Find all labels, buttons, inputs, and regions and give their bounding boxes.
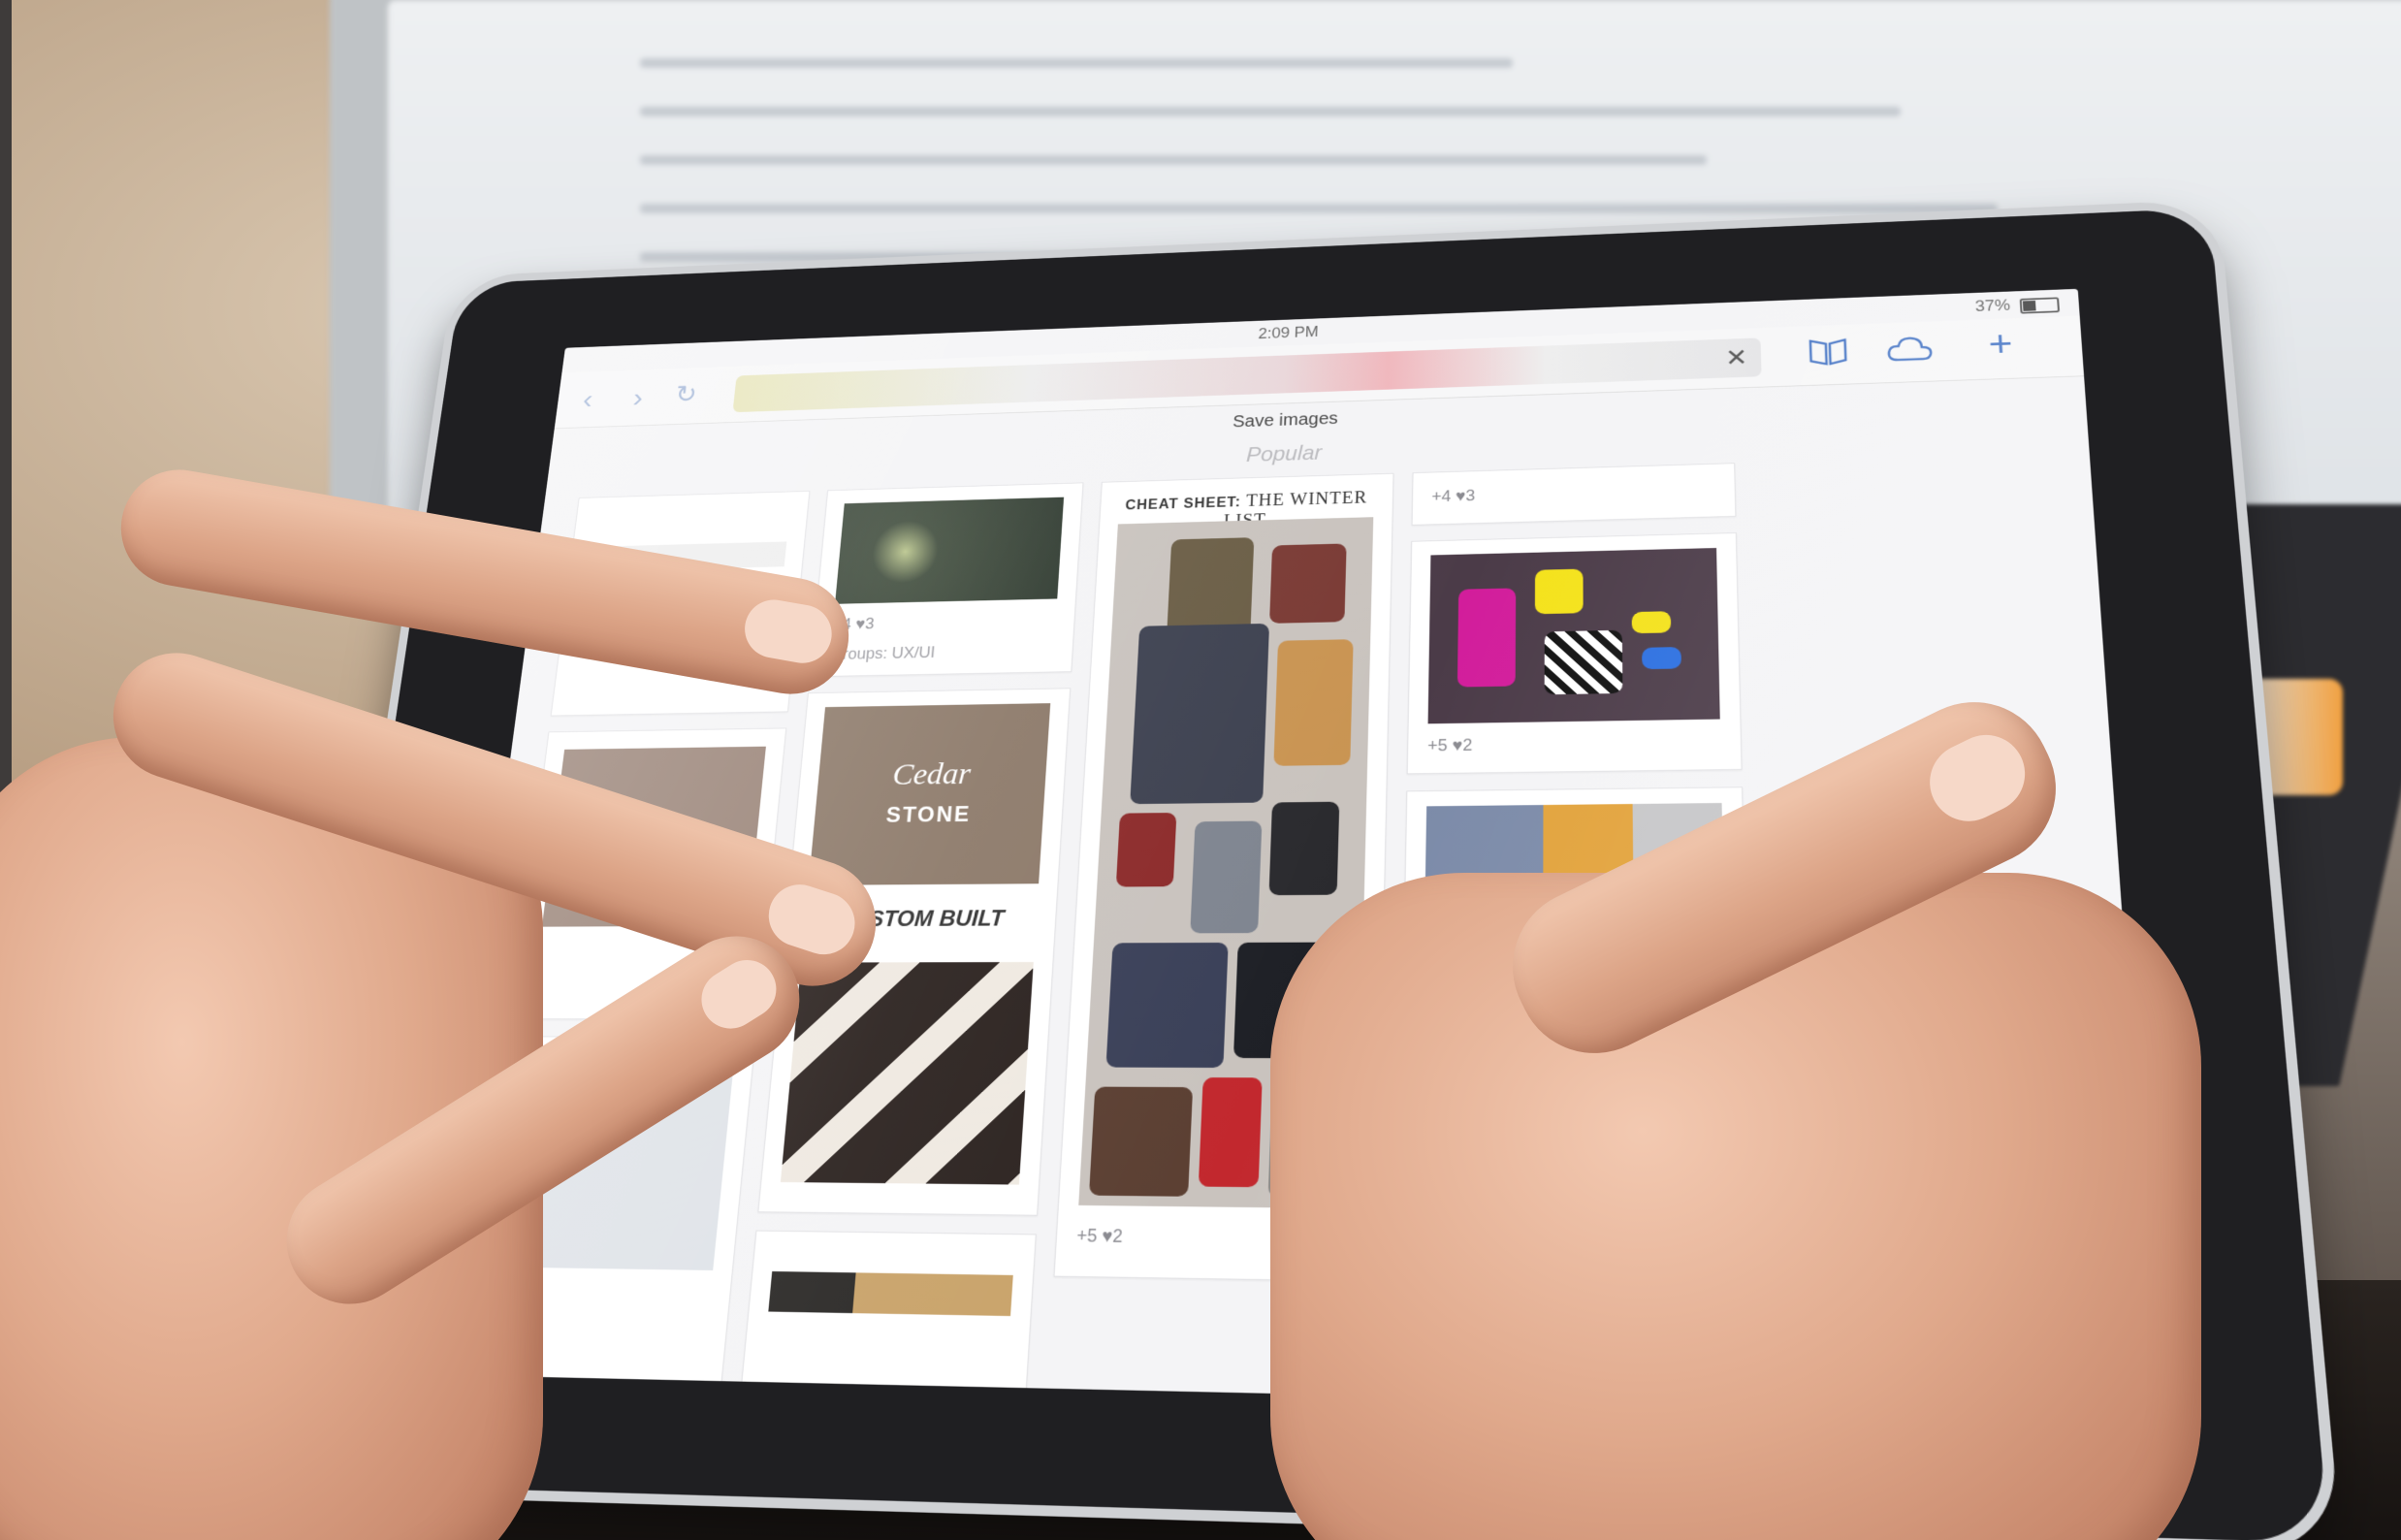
laptop-text-line [640, 58, 1513, 68]
clothing-item [1190, 820, 1263, 934]
pin-stats: +5 ♥2 [1075, 1225, 1124, 1247]
pin-card[interactable]: +4 ♥3 Groups: UX/UI [809, 482, 1084, 678]
photo-scene: 2:09 PM 37% ‹ › ↻ ✕ + Save images Popula… [0, 0, 2401, 1540]
pin-card[interactable] [736, 1230, 1037, 1414]
reload-icon[interactable]: ↻ [674, 380, 698, 408]
close-icon[interactable]: ✕ [1725, 343, 1748, 371]
image-text: Cedar [891, 757, 973, 792]
battery-percent: 37% [1974, 296, 2011, 315]
design-item [1642, 647, 1681, 670]
plus-icon[interactable]: + [1987, 324, 2013, 366]
image-text: STONE [884, 802, 973, 828]
battery-icon [2019, 297, 2061, 314]
laptop-text-line [640, 204, 1998, 213]
design-item [1534, 568, 1584, 615]
chevron-left-icon[interactable]: ‹ [581, 384, 594, 415]
pin-image: Cedar STONE [808, 703, 1051, 885]
fingernail [740, 594, 837, 668]
pin-image [780, 962, 1034, 1185]
clothing-item [1115, 813, 1177, 887]
clothing-item [1105, 942, 1229, 1069]
laptop-text-line [640, 155, 1707, 165]
pin-image [768, 1270, 1013, 1317]
clothing-item [1130, 623, 1270, 805]
status-time: 2:09 PM [1258, 323, 1320, 342]
cloud-icon[interactable] [1885, 334, 1936, 371]
design-item [1544, 629, 1623, 695]
pin-stats: +5 ♥2 [1427, 735, 1473, 755]
clothing-item [1268, 801, 1340, 896]
fingernail [690, 948, 787, 1040]
fingernail [1916, 722, 2038, 835]
pin-image [1427, 548, 1720, 724]
pin-card[interactable]: +5 ♥2 [1406, 532, 1743, 775]
clothing-item [1088, 1086, 1194, 1197]
clothing-item [1269, 543, 1347, 624]
design-item [1457, 588, 1517, 688]
pin-card[interactable]: +4 ♥3 [1411, 463, 1737, 526]
clothing-item [1273, 639, 1354, 766]
book-icon[interactable] [1809, 337, 1848, 374]
clothing-item [1198, 1077, 1263, 1188]
battery-level [2022, 300, 2036, 311]
pin-title-prefix: CHEAT SHEET: [1124, 495, 1242, 513]
chevron-right-icon[interactable]: › [631, 382, 645, 413]
pin-stats: +4 ♥3 [1431, 486, 1476, 505]
design-item [1631, 611, 1672, 634]
pin-image [835, 497, 1065, 604]
laptop-text-line [640, 107, 1901, 116]
